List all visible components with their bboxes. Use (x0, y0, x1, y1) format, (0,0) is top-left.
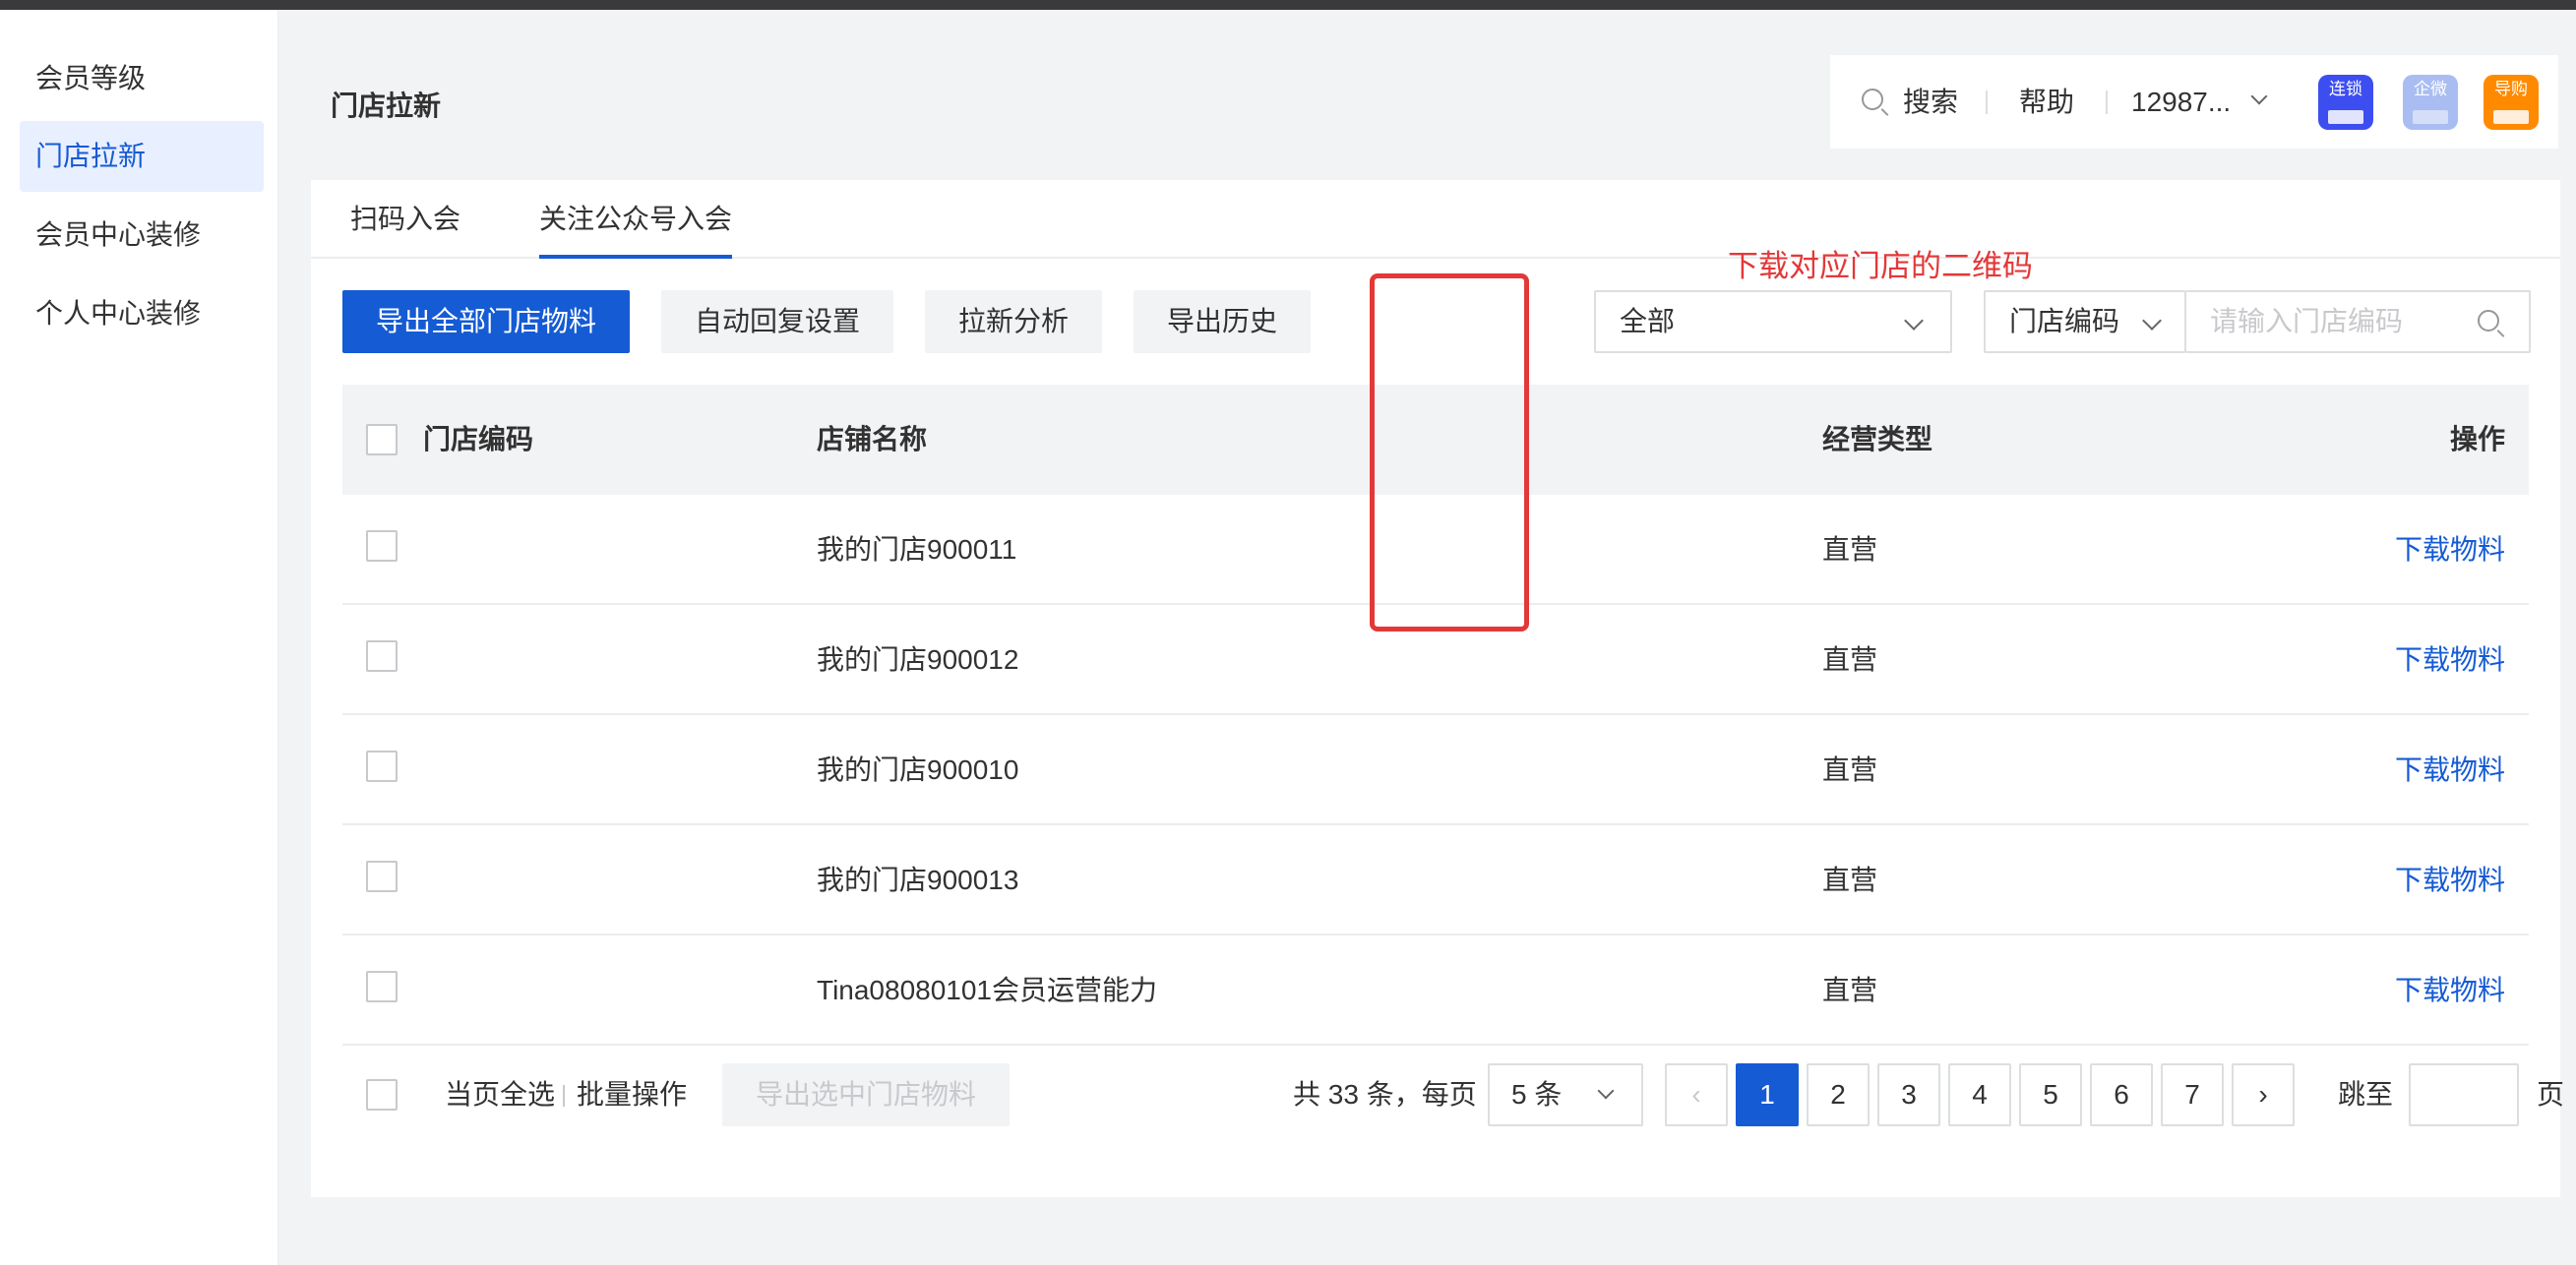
table-row: 我的门店900013 直营 下载物料 (342, 825, 2529, 935)
sidebar: 会员等级 门店拉新 会员中心装修 个人中心装修 (0, 10, 278, 1265)
export-history-button[interactable]: 导出历史 (1134, 290, 1311, 353)
window-top-bar (0, 0, 2576, 10)
page-button-3[interactable]: 3 (1877, 1063, 1940, 1126)
search-icon[interactable] (2478, 310, 2499, 331)
column-header-business-type: 经营类型 (1822, 424, 1933, 454)
column-header-action: 操作 (2449, 424, 2505, 454)
sidebar-item-member-level[interactable]: 会员等级 (20, 43, 264, 114)
row-checkbox[interactable] (366, 530, 398, 562)
sidebar-item-store-acquisition[interactable]: 门店拉新 (20, 121, 264, 192)
table-row: 我的门店900010 直营 下载物料 (342, 715, 2529, 825)
batch-operation-label[interactable]: 批量操作 (577, 1046, 687, 1144)
divider (563, 1085, 565, 1107)
row-checkbox[interactable] (366, 751, 398, 782)
download-materials-link[interactable]: 下载物料 (2395, 605, 2505, 715)
app-guide-icon[interactable]: 导购 (2484, 75, 2539, 130)
column-header-store-name: 店铺名称 (817, 424, 928, 454)
type-select[interactable]: 全部 (1594, 290, 1952, 353)
table-row: 我的门店900011 直营 下载物料 (342, 495, 2529, 605)
total-count-text: 共 33 条，每页 (1293, 1079, 1477, 1110)
field-select[interactable]: 门店编码 (1984, 290, 2186, 353)
help-button[interactable]: 帮助 (2019, 55, 2074, 149)
export-all-button[interactable]: 导出全部门店物料 (342, 290, 630, 353)
page-button-7[interactable]: 7 (2161, 1063, 2224, 1126)
table-header: 门店编码 店铺名称 经营类型 操作 (342, 385, 2529, 495)
tab-follow-official-account[interactable]: 关注公众号入会 (539, 180, 733, 259)
divider (2106, 90, 2108, 114)
page-button-5[interactable]: 5 (2019, 1063, 2082, 1126)
select-all-checkbox[interactable] (366, 424, 398, 455)
download-materials-link[interactable]: 下载物料 (2395, 715, 2505, 825)
download-materials-link[interactable]: 下载物料 (2395, 495, 2505, 605)
account-name[interactable]: 12987... (2131, 55, 2231, 149)
store-code-search-input[interactable]: 请输入门店编码 (2186, 290, 2531, 353)
row-checkbox[interactable] (366, 861, 398, 892)
business-type-cell: 直营 (1822, 975, 1878, 1005)
sidebar-item-member-center-decoration[interactable]: 会员中心装修 (20, 200, 264, 271)
search-icon[interactable] (1862, 89, 1883, 110)
store-name-cell: 我的门店900011 (817, 534, 1017, 565)
page-title: 门店拉新 (331, 90, 442, 121)
page-button-4[interactable]: 4 (1948, 1063, 2011, 1126)
next-page-button[interactable]: › (2232, 1063, 2295, 1126)
business-type-cell: 直营 (1822, 865, 1878, 895)
table-footer: 当页全选 批量操作 导出选中门店物料 共 33 条，每页 5 条 ‹ 1 2 3… (342, 1046, 2564, 1144)
chevron-down-icon (1904, 311, 1924, 331)
chevron-down-icon (1597, 1082, 1615, 1100)
column-header-store-code: 门店编码 (423, 424, 534, 454)
tab-scan-join[interactable]: 扫码入会 (350, 180, 460, 259)
divider (1986, 90, 1988, 114)
sidebar-item-personal-center-decoration[interactable]: 个人中心装修 (20, 278, 264, 349)
app-wecom-icon[interactable]: 企微 (2403, 75, 2458, 130)
page-button-2[interactable]: 2 (1807, 1063, 1870, 1126)
header-toolbar: 搜索 帮助 12987... 连锁 企微 导购 (1830, 55, 2558, 149)
main-card: 扫码入会 关注公众号入会 下载对应门店的二维码 导出全部门店物料 自动回复设置 … (311, 180, 2564, 1197)
app-chain-icon[interactable]: 连锁 (2318, 75, 2373, 130)
annotation-text: 下载对应门店的二维码 (1728, 249, 2033, 283)
business-type-cell: 直营 (1822, 534, 1878, 565)
store-name-cell: 我的门店900012 (817, 644, 1019, 675)
store-name-cell: Tina08080101会员运营能力 (817, 975, 1158, 1005)
page-size-select[interactable]: 5 条 (1488, 1063, 1643, 1126)
chevron-down-icon[interactable] (2250, 88, 2268, 105)
jump-page-input[interactable] (2409, 1063, 2519, 1126)
table-row: 我的门店900012 直营 下载物料 (342, 605, 2529, 715)
search-button[interactable]: 搜索 (1903, 55, 1958, 149)
table-row: Tina08080101会员运营能力 直营 下载物料 (342, 935, 2529, 1046)
chevron-down-icon (2142, 311, 2162, 331)
auto-reply-settings-button[interactable]: 自动回复设置 (661, 290, 893, 353)
store-name-cell: 我的门店900010 (817, 754, 1019, 785)
export-selected-button[interactable]: 导出选中门店物料 (722, 1063, 1011, 1126)
row-checkbox[interactable] (366, 640, 398, 672)
page-suffix-label: 页 (2537, 1079, 2565, 1110)
select-page-label[interactable]: 当页全选 (445, 1046, 555, 1144)
acquisition-analysis-button[interactable]: 拉新分析 (925, 290, 1102, 353)
prev-page-button[interactable]: ‹ (1665, 1063, 1728, 1126)
page-button-6[interactable]: 6 (2090, 1063, 2153, 1126)
page-button-1[interactable]: 1 (1736, 1063, 1799, 1126)
jump-label: 跳至 (2338, 1079, 2394, 1110)
download-materials-link[interactable]: 下载物料 (2395, 935, 2505, 1046)
download-materials-link[interactable]: 下载物料 (2395, 825, 2505, 935)
tab-bar: 扫码入会 关注公众号入会 (311, 180, 2560, 259)
row-checkbox[interactable] (366, 971, 398, 1002)
business-type-cell: 直营 (1822, 754, 1878, 785)
select-page-checkbox[interactable] (366, 1079, 398, 1111)
store-name-cell: 我的门店900013 (817, 865, 1019, 895)
business-type-cell: 直营 (1822, 644, 1878, 675)
